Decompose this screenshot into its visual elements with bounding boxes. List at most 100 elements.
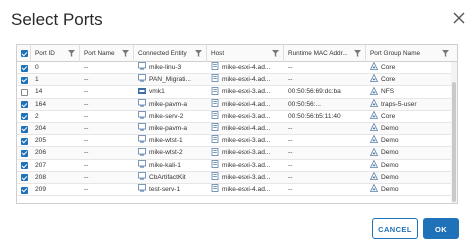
cell-connected-entity: mike-kali-1 — [134, 159, 207, 172]
host-icon — [211, 172, 219, 180]
cell-text[interactable]: mike-linu-3 — [149, 64, 181, 71]
cell-text: 14 — [35, 88, 43, 96]
table-row[interactable]: 1 -- PAN_Migrati... mike-esxi-4.ad... -- Core — [17, 74, 457, 87]
cell-port-group-name: traps-5-user — [366, 98, 453, 111]
filter-icon[interactable] — [122, 50, 129, 57]
cell-text[interactable]: mike-serv-2 — [149, 113, 183, 120]
cell-text[interactable]: test-serv-1 — [149, 186, 180, 193]
cell-text: -- — [84, 76, 89, 84]
cell-connected-entity: vmk1 — [134, 86, 207, 98]
cell-text[interactable]: mike-wtst-1 — [149, 137, 183, 144]
cell-text[interactable]: CbArtifactKit — [149, 174, 186, 181]
cell-text[interactable]: mike-wtst-2 — [149, 149, 183, 156]
row-checkbox[interactable] — [21, 125, 28, 133]
cell-port-group-name: Demo — [366, 123, 453, 135]
cell-port-id: 205 — [31, 135, 80, 147]
table-row[interactable]: 207 -- mike-kali-1 mike-esxi-3.ad... -- Demo — [17, 159, 457, 172]
cell-text[interactable]: mike-kali-1 — [149, 162, 181, 169]
portgroup-icon — [370, 184, 378, 193]
cell-text: -- — [288, 149, 293, 157]
cell-text: -- — [84, 64, 89, 71]
cell-text[interactable]: mike-esxi-3.ad... — [222, 174, 270, 181]
row-checkbox[interactable] — [21, 101, 28, 109]
filter-icon[interactable] — [442, 50, 449, 57]
table-row[interactable]: 209 -- test-serv-1 mike-esxi-4.ad... -- Demo — [17, 184, 457, 197]
row-checkbox[interactable] — [21, 64, 28, 72]
cell-port-group-name: Demo — [366, 147, 453, 159]
host-icon — [211, 74, 219, 83]
ok-button[interactable]: OK — [423, 218, 459, 239]
scrollbar-track[interactable] — [451, 62, 457, 203]
close-icon[interactable] — [452, 11, 466, 25]
column-header-host[interactable]: Host — [207, 45, 284, 62]
cell-runtime-mac: -- — [284, 160, 366, 172]
scrollbar-thumb[interactable] — [452, 82, 456, 202]
row-checkbox[interactable] — [21, 113, 28, 121]
cell-text: -- — [288, 64, 293, 71]
host-icon — [211, 159, 219, 168]
row-checkbox[interactable] — [21, 162, 28, 170]
portgroup-icon — [370, 86, 378, 95]
table-row[interactable]: 206 -- mike-wtst-2 mike-esxi-3.ad... -- Demo — [17, 147, 457, 160]
cell-text: Demo — [381, 173, 399, 181]
row-checkbox[interactable] — [21, 88, 28, 96]
column-header-port-name[interactable]: Port Name — [80, 45, 134, 62]
cell-runtime-mac: -- — [284, 62, 366, 74]
cell-text[interactable]: PAN_Migrati... — [149, 76, 191, 83]
row-checkbox[interactable] — [21, 149, 28, 157]
cell-text: 208 — [35, 173, 47, 181]
host-icon — [211, 147, 219, 156]
table-row[interactable]: 0 -- mike-linu-3 mike-esxi-4.ad... -- Core — [17, 62, 457, 75]
table-row[interactable]: 208 -- CbArtifactKit mike-esxi-3.ad... -- Dem… — [17, 171, 457, 184]
row-checkbox[interactable] — [21, 137, 28, 145]
cell-text: 206 — [35, 149, 47, 157]
cell-text[interactable]: mike-esxi-3.ad... — [222, 137, 270, 144]
cell-runtime-mac: -- — [284, 74, 366, 86]
cell-text[interactable]: mike-esxi-4.ad... — [222, 101, 270, 108]
cell-text: -- — [84, 149, 89, 157]
cell-port-name: -- — [80, 111, 134, 123]
table-row[interactable]: 14 -- vmk1 mike-esxi-3.ad... 00:50:56:69:dc:… — [17, 86, 457, 99]
row-checkbox[interactable] — [21, 174, 28, 182]
table-row[interactable]: 205 -- mike-wtst-1 mike-esxi-3.ad... -- Demo — [17, 135, 457, 148]
cell-text[interactable]: mike-esxi-3.ad... — [222, 162, 270, 169]
cancel-button[interactable]: CANCEL — [372, 218, 418, 239]
cell-text[interactable]: mike-pavm-a — [149, 125, 187, 132]
select-all-checkbox[interactable] — [21, 50, 28, 57]
cell-text[interactable]: mike-esxi-3.ad... — [222, 149, 270, 156]
filter-icon[interactable] — [195, 50, 202, 57]
row-select-cell — [17, 172, 31, 184]
row-checkbox[interactable] — [21, 186, 28, 194]
cell-text[interactable]: mike-esxi-4.ad... — [222, 76, 270, 83]
table-row[interactable]: 164 -- mike-pavm-a mike-esxi-4.ad... 00:50:5… — [17, 98, 457, 111]
filter-icon[interactable] — [68, 50, 75, 57]
row-checkbox[interactable] — [21, 76, 28, 84]
column-header-port-group-name[interactable]: Port Group Name — [366, 45, 453, 62]
column-header-port-id[interactable]: Port ID — [31, 45, 80, 62]
cell-text[interactable]: mike-esxi-4.ad... — [222, 125, 270, 132]
column-header-runtime-mac[interactable]: Runtime MAC Addr... — [284, 45, 366, 62]
table-row[interactable]: 204 -- mike-pavm-a mike-esxi-4.ad... -- Demo — [17, 123, 457, 136]
dialog-title: Select Ports — [11, 10, 103, 29]
cell-text[interactable]: mike-esxi-4.ad... — [222, 186, 270, 193]
cell-text[interactable]: mike-esxi-4.ad... — [222, 64, 270, 71]
cell-runtime-mac: -- — [284, 147, 366, 159]
filter-icon[interactable] — [354, 50, 361, 57]
cell-text: NFS — [381, 88, 395, 96]
table-row[interactable]: 2 -- mike-serv-2 mike-esxi-3.ad... 00:50:56:… — [17, 110, 457, 123]
host-icon — [211, 184, 219, 193]
vm-icon — [138, 147, 146, 156]
filter-icon[interactable] — [272, 50, 279, 57]
cell-text[interactable]: mike-pavm-a — [149, 101, 187, 108]
cell-text[interactable]: mike-esxi-3.ad... — [222, 88, 270, 95]
column-label: Port ID — [35, 50, 55, 57]
cell-text[interactable]: vmk1 — [149, 88, 165, 95]
cell-port-name: -- — [80, 99, 134, 111]
column-header-connected-entity[interactable]: Connected Entity — [134, 45, 207, 62]
cell-connected-entity: mike-linu-3 — [134, 62, 207, 74]
portgroup-icon — [370, 111, 378, 119]
cell-text: Demo — [381, 161, 399, 169]
cell-text[interactable]: mike-esxi-3.ad... — [222, 113, 270, 120]
column-label: Port Name — [84, 50, 115, 57]
column-label: Connected Entity — [138, 50, 187, 57]
